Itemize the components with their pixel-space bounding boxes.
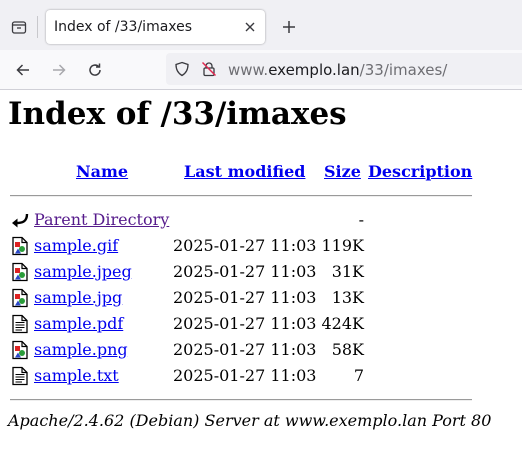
parent-directory-link[interactable]: Parent Directory bbox=[34, 210, 169, 229]
tab-divider bbox=[37, 16, 38, 38]
sort-by-name-link[interactable]: Name bbox=[76, 162, 128, 181]
size-cell: 424K bbox=[321, 314, 365, 333]
url-path: /33/imaxes/ bbox=[359, 61, 448, 79]
file-name-cell: sample.txt bbox=[34, 366, 119, 385]
file-name-cell: sample.jpeg bbox=[34, 262, 132, 281]
tab-title: Index of /33/imaxes bbox=[54, 19, 193, 35]
footer-divider bbox=[10, 399, 472, 401]
navigation-toolbar: www.exemplo.lan/33/imaxes/ bbox=[0, 50, 522, 90]
column-header-size: Size bbox=[324, 162, 361, 181]
header-divider bbox=[10, 195, 472, 197]
file-link[interactable]: sample.jpg bbox=[34, 288, 122, 307]
size-cell: 13K bbox=[331, 288, 364, 307]
size-cell: 58K bbox=[331, 340, 364, 359]
size-cell: 119K bbox=[321, 236, 365, 255]
forward-arrow-icon[interactable] bbox=[47, 58, 71, 82]
column-header-name: Name bbox=[76, 162, 128, 181]
modified-cell: 2025-01-27 11:03 bbox=[173, 314, 317, 333]
sort-by-size-link[interactable]: Size bbox=[324, 162, 361, 181]
modified-cell: 2025-01-27 11:03 bbox=[173, 262, 317, 281]
file-name-cell: sample.png bbox=[34, 340, 128, 359]
image-file-icon bbox=[12, 340, 28, 360]
file-link[interactable]: sample.txt bbox=[34, 366, 119, 385]
directory-listing-page: Index of /33/imaxes Name Last modified S… bbox=[0, 90, 522, 450]
sort-by-description-link[interactable]: Description bbox=[368, 162, 472, 181]
url-prefix: www. bbox=[228, 61, 269, 79]
text-file-icon bbox=[12, 314, 28, 334]
url-text[interactable]: www.exemplo.lan/33/imaxes/ bbox=[228, 61, 447, 79]
active-tab[interactable]: Index of /33/imaxes bbox=[46, 10, 265, 44]
image-file-icon bbox=[12, 262, 28, 282]
modified-cell: 2025-01-27 11:03 bbox=[173, 366, 317, 385]
close-tab-icon[interactable] bbox=[241, 18, 259, 36]
size-cell: 7 bbox=[353, 366, 364, 385]
column-header-modified: Last modified bbox=[184, 162, 305, 181]
file-link[interactable]: sample.pdf bbox=[34, 314, 123, 333]
file-link[interactable]: sample.png bbox=[34, 340, 128, 359]
column-header-description: Description bbox=[368, 162, 472, 181]
sort-by-modified-link[interactable]: Last modified bbox=[184, 162, 305, 181]
server-signature: Apache/2.4.62 (Debian) Server at www.exe… bbox=[8, 411, 492, 430]
size-cell: - bbox=[358, 210, 364, 229]
file-name-cell: sample.pdf bbox=[34, 314, 123, 333]
parent-directory-cell: Parent Directory bbox=[34, 210, 169, 229]
back-arrow-icon bbox=[12, 213, 29, 228]
shield-icon[interactable] bbox=[174, 61, 190, 77]
tab-list-icon[interactable] bbox=[6, 14, 32, 40]
image-file-icon bbox=[12, 288, 28, 308]
reload-icon[interactable] bbox=[83, 58, 107, 82]
file-name-cell: sample.gif bbox=[34, 236, 118, 255]
modified-cell: 2025-01-27 11:03 bbox=[173, 236, 317, 255]
insecure-lock-icon[interactable] bbox=[201, 61, 217, 77]
size-cell: 31K bbox=[331, 262, 364, 281]
modified-cell: 2025-01-27 11:03 bbox=[173, 340, 317, 359]
url-host: exemplo.lan bbox=[268, 61, 360, 79]
tab-strip: Index of /33/imaxes bbox=[0, 0, 522, 50]
modified-cell: 2025-01-27 11:03 bbox=[173, 288, 317, 307]
file-link[interactable]: sample.jpeg bbox=[34, 262, 132, 281]
page-heading: Index of /33/imaxes bbox=[8, 96, 347, 132]
file-link[interactable]: sample.gif bbox=[34, 236, 118, 255]
text-file-icon bbox=[12, 366, 28, 386]
address-bar[interactable]: www.exemplo.lan/33/imaxes/ bbox=[166, 53, 522, 85]
new-tab-plus-icon[interactable] bbox=[278, 16, 300, 38]
back-arrow-icon[interactable] bbox=[11, 58, 35, 82]
image-file-icon bbox=[12, 236, 28, 256]
file-name-cell: sample.jpg bbox=[34, 288, 122, 307]
